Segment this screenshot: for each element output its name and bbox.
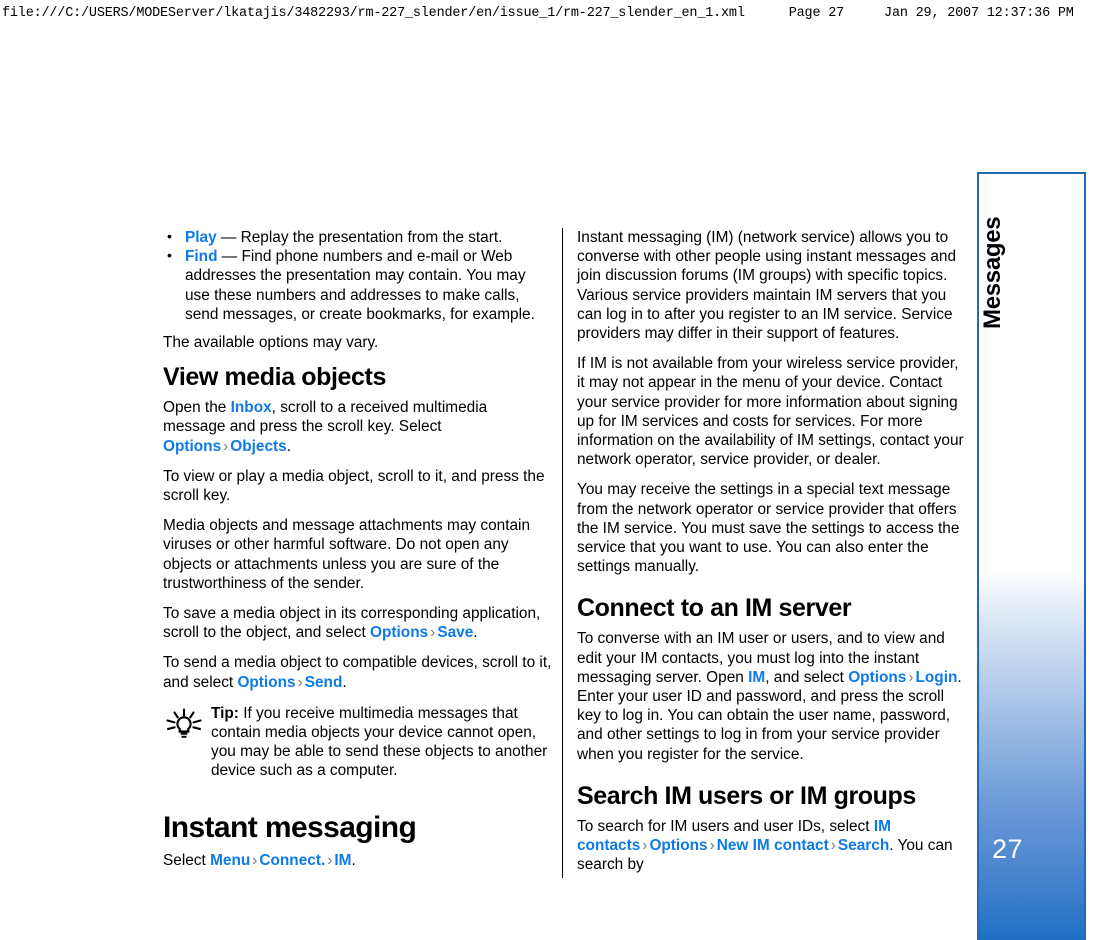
list-item: Play — Replay the presentation from the …	[163, 227, 553, 247]
option-term-find[interactable]: Find	[185, 248, 217, 265]
text-fragment: .	[342, 673, 347, 691]
chevron-right-icon: ›	[709, 837, 715, 855]
dash: —	[217, 248, 242, 266]
tip-note: Tip: If you receive multimedia messages …	[163, 704, 553, 781]
paragraph-im-settings: You may receive the settings in a specia…	[577, 481, 960, 576]
paragraph-select-menu-path: Select Menu › Connect. › IM.	[163, 851, 553, 870]
link-save[interactable]: Save	[437, 624, 473, 641]
text-fragment: To send a media object to compatible dev…	[163, 654, 552, 691]
link-options[interactable]: Options	[370, 624, 428, 641]
paragraph-options-vary: The available options may vary.	[163, 334, 379, 352]
text-fragment: Open the	[163, 399, 231, 417]
text-fragment: .	[286, 437, 292, 455]
options-bullet-list: Play — Replay the presentation from the …	[163, 227, 553, 324]
link-login[interactable]: Login	[915, 669, 957, 686]
link-menu[interactable]: Menu	[210, 852, 250, 869]
heading-view-media-objects: View media objects	[163, 363, 386, 392]
option-term-play[interactable]: Play	[185, 229, 217, 246]
document-page: Play — Replay the presentation from the …	[0, 0, 1107, 940]
link-im[interactable]: IM	[748, 669, 765, 686]
chevron-right-icon: ›	[223, 437, 229, 455]
tip-label: Tip:	[211, 704, 239, 722]
chevron-right-icon: ›	[297, 673, 303, 691]
chapter-tab: Messages 27	[977, 172, 1086, 940]
text-fragment: , and select	[765, 668, 849, 686]
paragraph-save-media-object: To save a media object in its correspond…	[163, 604, 553, 642]
text-fragment: To save a media object in its correspond…	[163, 605, 541, 642]
paragraph-view-or-play: To view or play a media object, scroll t…	[163, 467, 545, 505]
text-fragment: .	[473, 624, 478, 642]
text-fragment: To search for IM users and user IDs, sel…	[577, 817, 874, 835]
link-options[interactable]: Options	[848, 669, 906, 686]
paragraph-virus-warning: Media objects and message attachments ma…	[163, 517, 531, 592]
chevron-right-icon: ›	[430, 624, 436, 642]
paragraph-open-inbox: Open the Inbox, scroll to a received mul…	[163, 398, 553, 456]
lightbulb-icon	[163, 704, 211, 781]
link-options[interactable]: Options	[237, 674, 295, 691]
list-item: Find — Find phone numbers and e-mail or …	[163, 246, 553, 324]
link-send[interactable]: Send	[305, 674, 343, 691]
option-desc: Replay the presentation from the start.	[240, 229, 503, 246]
paragraph-im-availability: If IM is not available from your wireles…	[577, 355, 964, 469]
paragraph-login-instructions: To converse with an IM user or users, an…	[577, 629, 967, 763]
link-inbox[interactable]: Inbox	[231, 399, 272, 416]
paragraph-im-intro: Instant messaging (IM) (network service)…	[577, 229, 957, 343]
dash: —	[216, 229, 241, 246]
right-column: Instant messaging (IM) (network service)…	[577, 228, 967, 885]
left-column: Play — Replay the presentation from the …	[163, 227, 553, 881]
tip-text: If you receive multimedia messages that …	[211, 704, 548, 780]
heading-instant-messaging: Instant messaging	[163, 810, 417, 844]
link-connect[interactable]: Connect.	[259, 852, 325, 869]
heading-connect-to-im-server: Connect to an IM server	[577, 594, 852, 623]
page-number: 27	[992, 834, 1024, 864]
text-fragment: Select	[163, 851, 211, 869]
link-im[interactable]: IM	[334, 852, 351, 869]
link-new-im-contact[interactable]: New IM contact	[717, 837, 829, 854]
paragraph-send-media-object: To send a media object to compatible dev…	[163, 653, 553, 691]
text-fragment: .	[351, 851, 356, 869]
link-options[interactable]: Options	[649, 837, 707, 854]
chevron-right-icon: ›	[327, 851, 333, 869]
link-search[interactable]: Search	[838, 837, 889, 854]
paragraph-search-instructions: To search for IM users and user IDs, sel…	[577, 817, 967, 875]
tip-body: Tip: If you receive multimedia messages …	[211, 704, 553, 781]
link-objects[interactable]: Objects	[230, 438, 286, 455]
chapter-tab-label: Messages	[979, 216, 1006, 329]
chevron-right-icon: ›	[830, 837, 836, 855]
link-options[interactable]: Options	[163, 438, 221, 455]
heading-search-im-users: Search IM users or IM groups	[577, 781, 916, 810]
column-divider	[562, 228, 563, 878]
